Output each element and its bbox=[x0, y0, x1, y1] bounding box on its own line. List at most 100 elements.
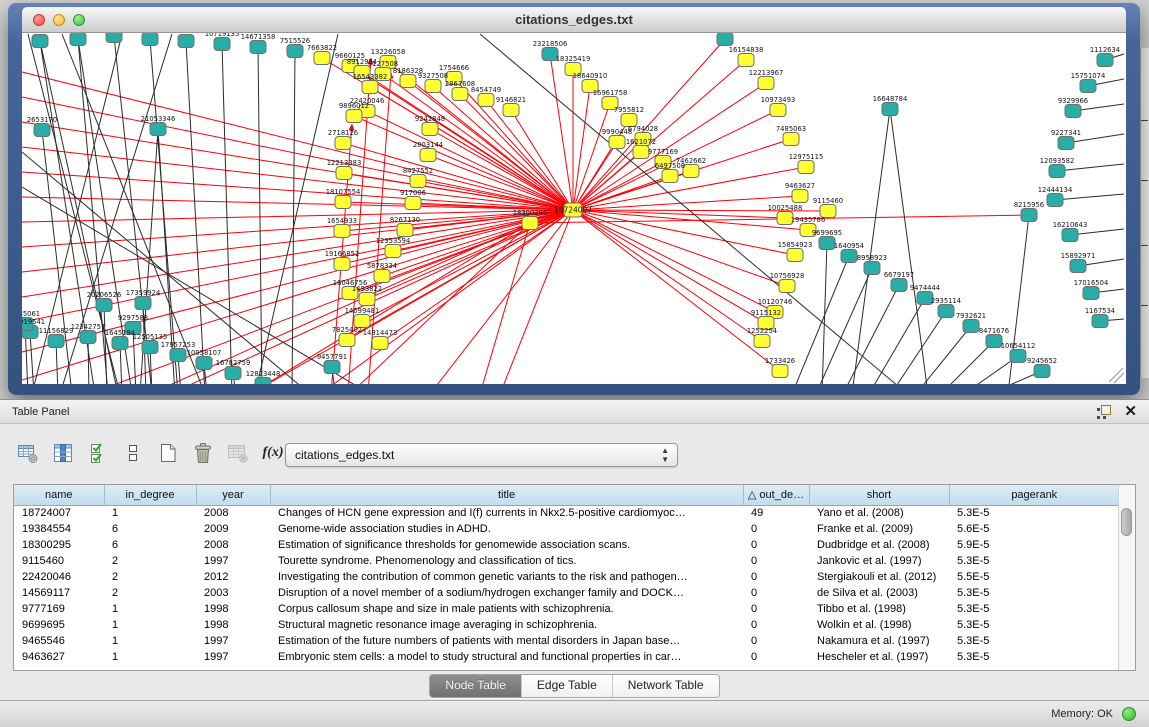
graph-edge[interactable] bbox=[916, 326, 971, 384]
graph-node[interactable] bbox=[385, 245, 401, 258]
graph-node[interactable] bbox=[522, 217, 538, 230]
table-scrollbar[interactable] bbox=[1118, 485, 1135, 670]
resize-grip-icon[interactable] bbox=[1109, 368, 1124, 383]
column-header[interactable]: short bbox=[809, 485, 949, 505]
graph-node[interactable] bbox=[662, 170, 678, 183]
table-cell[interactable]: 18300295 bbox=[14, 537, 104, 553]
graph-node[interactable] bbox=[758, 77, 774, 90]
graph-node[interactable] bbox=[346, 110, 362, 123]
graph-node[interactable] bbox=[779, 280, 795, 293]
table-cell[interactable]: Yano et al. (2008) bbox=[809, 505, 949, 521]
table-cell[interactable]: 6 bbox=[104, 521, 196, 537]
graph-node[interactable] bbox=[374, 270, 390, 283]
graph-edge[interactable] bbox=[292, 51, 295, 384]
graph-node[interactable] bbox=[478, 94, 494, 107]
table-cell[interactable]: 1 bbox=[104, 505, 196, 521]
table-cell[interactable]: 9465546 bbox=[14, 633, 104, 649]
table-cell[interactable]: 0 bbox=[743, 633, 809, 649]
graph-node[interactable] bbox=[420, 149, 436, 162]
graph-node[interactable] bbox=[772, 365, 788, 378]
graph-node[interactable] bbox=[754, 335, 770, 348]
table-cell[interactable]: 5.3E-5 bbox=[949, 617, 1119, 633]
table-row[interactable]: 1830029562008Estimation of significance … bbox=[14, 537, 1119, 553]
graph-edge[interactable] bbox=[573, 210, 775, 312]
delete-column-button[interactable] bbox=[226, 441, 250, 465]
graph-node[interactable] bbox=[1097, 54, 1113, 67]
graph-node[interactable] bbox=[1062, 229, 1078, 242]
table-cell[interactable]: Disruption of a novel member of a sodium… bbox=[270, 585, 743, 601]
tab-edge-table[interactable]: Edge Table bbox=[521, 675, 612, 697]
graph-node[interactable] bbox=[1034, 365, 1050, 378]
network-graph[interactable]: 1872400718300295240557242069140610653327… bbox=[22, 33, 1126, 384]
graph-edge[interactable] bbox=[573, 210, 766, 323]
graph-edge[interactable] bbox=[1055, 194, 1124, 200]
graph-node[interactable] bbox=[250, 41, 266, 54]
graph-node[interactable] bbox=[314, 52, 330, 65]
graph-node[interactable] bbox=[334, 258, 350, 271]
graph-node[interactable] bbox=[324, 361, 340, 374]
table-selector-dropdown[interactable]: citations_edges.txt ▲▼ bbox=[285, 443, 678, 467]
table-cell[interactable]: 2 bbox=[104, 569, 196, 585]
graph-edge[interactable] bbox=[255, 34, 338, 384]
table-cell[interactable]: 1997 bbox=[196, 633, 270, 649]
table-cell[interactable]: 9699695 bbox=[14, 617, 104, 633]
table-row[interactable]: 1456911722003Disruption of a novel membe… bbox=[14, 585, 1119, 601]
graph-node[interactable] bbox=[452, 88, 468, 101]
table-cell[interactable]: 9777169 bbox=[14, 601, 104, 617]
table-cell[interactable]: 18724007 bbox=[14, 505, 104, 521]
row-select-button[interactable] bbox=[86, 441, 110, 465]
graph-node[interactable] bbox=[48, 335, 64, 348]
graph-edge[interactable] bbox=[104, 305, 107, 384]
table-cell[interactable]: 1997 bbox=[196, 649, 270, 665]
graph-node[interactable] bbox=[792, 190, 808, 203]
graph-edge[interactable] bbox=[258, 47, 262, 384]
table-row[interactable]: 1938455462009Genome-wide association stu… bbox=[14, 521, 1119, 537]
graph-node[interactable] bbox=[32, 35, 48, 48]
column-header[interactable]: △ out_de… bbox=[743, 485, 809, 505]
table-cell[interactable]: 2012 bbox=[196, 569, 270, 585]
table-cell[interactable]: Investigating the contribution of common… bbox=[270, 569, 743, 585]
table-cell[interactable]: Structural magnetic resonance image aver… bbox=[270, 617, 743, 633]
function-builder-button[interactable]: f(x) bbox=[261, 441, 285, 465]
column-header[interactable]: pagerank bbox=[949, 485, 1119, 505]
table-row[interactable]: 911546021997Tourette syndrome. Phenomeno… bbox=[14, 553, 1119, 569]
float-panel-button[interactable] bbox=[1097, 404, 1112, 419]
table-cell[interactable]: 2 bbox=[104, 585, 196, 601]
graph-node[interactable] bbox=[170, 349, 186, 362]
table-row[interactable]: 946554611997Estimation of the future num… bbox=[14, 633, 1119, 649]
column-header[interactable]: year bbox=[196, 485, 270, 505]
table-cell[interactable]: Estimation of significance thresholds fo… bbox=[270, 537, 743, 553]
graph-node[interactable] bbox=[770, 104, 786, 117]
graph-node[interactable] bbox=[963, 320, 979, 333]
table-cell[interactable]: Stergiakouli et al. (2012) bbox=[809, 569, 949, 585]
table-cell[interactable]: Jankovic et al. (1997) bbox=[809, 553, 949, 569]
graph-node[interactable] bbox=[405, 197, 421, 210]
memory-status-indicator[interactable] bbox=[1122, 707, 1136, 721]
graph-node[interactable] bbox=[112, 337, 128, 350]
graph-node[interactable] bbox=[336, 167, 352, 180]
graph-edge[interactable] bbox=[430, 129, 573, 210]
table-cell[interactable]: Changes of HCN gene expression and I(f) … bbox=[270, 505, 743, 521]
graph-edge[interactable] bbox=[843, 285, 899, 384]
table-cell[interactable]: 5.3E-5 bbox=[949, 633, 1119, 649]
graph-node[interactable] bbox=[1021, 209, 1037, 222]
delete-table-button[interactable] bbox=[191, 441, 215, 465]
table-row[interactable]: 1872400712008Changes of HCN gene express… bbox=[14, 505, 1119, 521]
graph-node[interactable] bbox=[70, 33, 86, 46]
graph-node[interactable] bbox=[633, 146, 649, 159]
table-cell[interactable]: 1998 bbox=[196, 617, 270, 633]
graph-edge[interactable] bbox=[573, 162, 663, 210]
table-cell[interactable]: Tibbo et al. (1998) bbox=[809, 601, 949, 617]
table-scrollbar-thumb[interactable] bbox=[1121, 508, 1132, 536]
graph-node[interactable] bbox=[34, 124, 50, 137]
table-cell[interactable]: 22420046 bbox=[14, 569, 104, 585]
graph-node[interactable] bbox=[334, 225, 350, 238]
graph-node[interactable] bbox=[683, 165, 699, 178]
graph-node[interactable] bbox=[214, 38, 230, 51]
table-row[interactable]: 977716911998Corpus callosum shape and si… bbox=[14, 601, 1119, 617]
graph-edge[interactable] bbox=[890, 109, 928, 384]
graph-node[interactable] bbox=[1058, 137, 1074, 150]
graph-node[interactable] bbox=[864, 262, 880, 275]
table-cell[interactable]: 2008 bbox=[196, 537, 270, 553]
table-cell[interactable]: 1 bbox=[104, 649, 196, 665]
